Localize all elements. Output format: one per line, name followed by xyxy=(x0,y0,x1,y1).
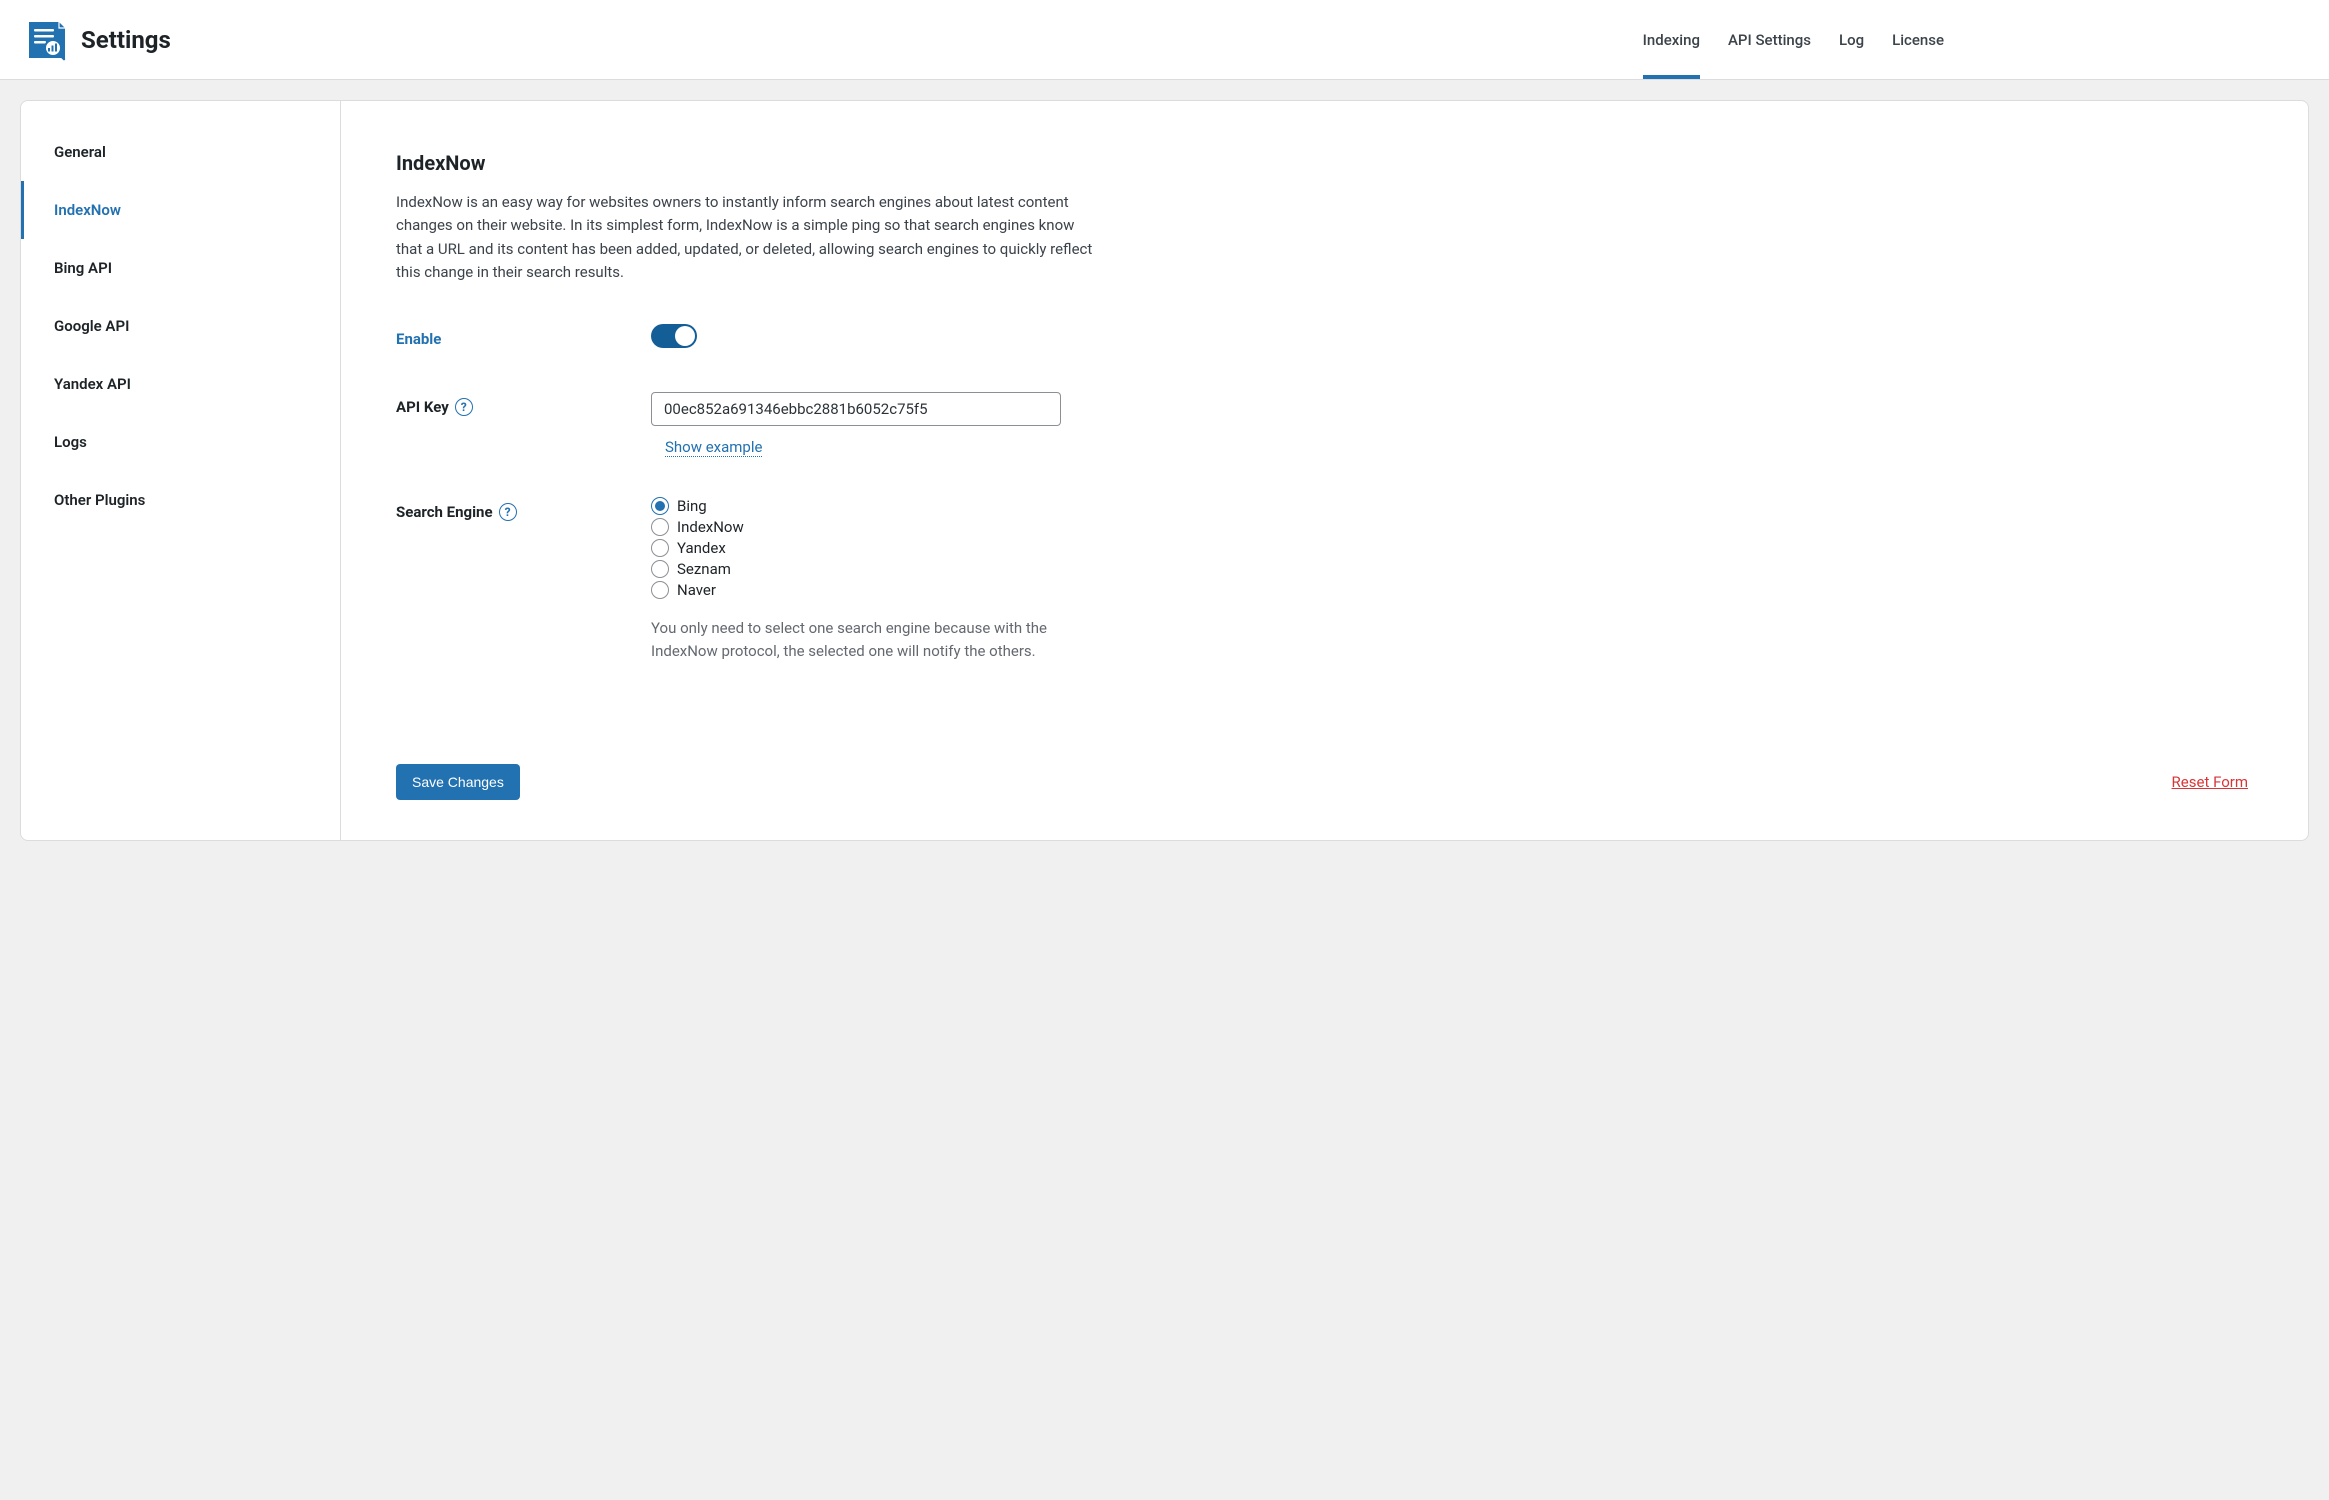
radio-label: Yandex xyxy=(677,539,726,557)
radio-label: IndexNow xyxy=(677,518,744,536)
api-key-label-text: API Key xyxy=(396,398,449,416)
tab-log[interactable]: Log xyxy=(1839,0,1864,79)
header-nav: Indexing API Settings Log License xyxy=(1643,0,1944,79)
search-engine-label-text: Search Engine xyxy=(396,503,493,521)
tab-indexing[interactable]: Indexing xyxy=(1643,0,1700,79)
enable-control xyxy=(651,324,2248,352)
enable-row: Enable xyxy=(396,324,2248,352)
api-key-input[interactable] xyxy=(651,392,1061,426)
radio-yandex[interactable]: Yandex xyxy=(651,539,2248,557)
radio-icon xyxy=(651,518,669,536)
radio-indexnow[interactable]: IndexNow xyxy=(651,518,2248,536)
search-engine-label: Search Engine ? xyxy=(396,497,651,521)
settings-logo-icon xyxy=(25,18,69,62)
radio-seznam[interactable]: Seznam xyxy=(651,560,2248,578)
radio-label: Bing xyxy=(677,497,707,515)
section-description: IndexNow is an easy way for websites own… xyxy=(396,191,1096,284)
main-container: General IndexNow Bing API Google API Yan… xyxy=(0,80,2329,861)
reset-form-link[interactable]: Reset Form xyxy=(2172,773,2248,791)
enable-label: Enable xyxy=(396,324,651,348)
sidebar-item-general[interactable]: General xyxy=(21,123,340,181)
search-engine-control: Bing IndexNow Yandex Seznam xyxy=(651,497,2248,664)
radio-icon xyxy=(651,560,669,578)
radio-icon xyxy=(651,581,669,599)
api-key-row: API Key ? Show example xyxy=(396,392,2248,457)
api-key-control: Show example xyxy=(651,392,2248,457)
search-engine-row: Search Engine ? Bing IndexNow xyxy=(396,497,2248,664)
sidebar-item-google-api[interactable]: Google API xyxy=(21,297,340,355)
page-header: Settings Indexing API Settings Log Licen… xyxy=(0,0,2329,80)
page-title: Settings xyxy=(81,26,171,54)
content-area: IndexNow IndexNow is an easy way for web… xyxy=(341,101,2308,840)
settings-panel: General IndexNow Bing API Google API Yan… xyxy=(20,100,2309,841)
help-icon[interactable]: ? xyxy=(499,503,517,521)
radio-bing[interactable]: Bing xyxy=(651,497,2248,515)
search-engine-hint: You only need to select one search engin… xyxy=(651,617,1051,664)
api-key-label: API Key ? xyxy=(396,392,651,416)
section-title: IndexNow xyxy=(396,151,2248,175)
save-button[interactable]: Save Changes xyxy=(396,764,520,800)
help-icon[interactable]: ? xyxy=(455,398,473,416)
radio-label: Naver xyxy=(677,581,716,599)
sidebar-item-other-plugins[interactable]: Other Plugins xyxy=(21,471,340,529)
header-left: Settings xyxy=(25,18,171,62)
sidebar-item-logs[interactable]: Logs xyxy=(21,413,340,471)
radio-icon xyxy=(651,539,669,557)
search-engine-radio-list: Bing IndexNow Yandex Seznam xyxy=(651,497,2248,599)
sidebar-item-yandex-api[interactable]: Yandex API xyxy=(21,355,340,413)
radio-icon xyxy=(651,497,669,515)
tab-api-settings[interactable]: API Settings xyxy=(1728,0,1811,79)
show-example-link[interactable]: Show example xyxy=(665,438,762,457)
enable-toggle[interactable] xyxy=(651,324,697,348)
form-footer: Save Changes Reset Form xyxy=(396,704,2248,800)
sidebar: General IndexNow Bing API Google API Yan… xyxy=(21,101,341,840)
radio-label: Seznam xyxy=(677,560,731,578)
radio-naver[interactable]: Naver xyxy=(651,581,2248,599)
sidebar-item-indexnow[interactable]: IndexNow xyxy=(21,181,340,239)
sidebar-item-bing-api[interactable]: Bing API xyxy=(21,239,340,297)
tab-license[interactable]: License xyxy=(1892,0,1944,79)
